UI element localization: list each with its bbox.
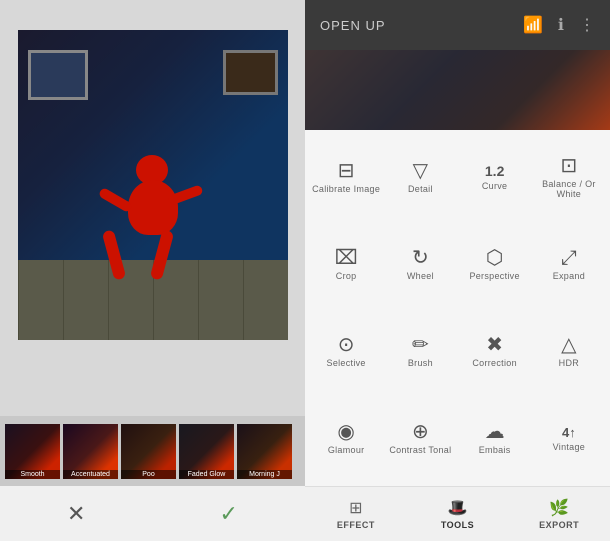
expand-icon: ⤢ [561,248,577,268]
glamour-icon: ◉ [337,422,354,442]
calibrate-label: Calibrate Image [312,184,380,194]
tools-label: TOOLS [441,520,474,530]
expand-label: Expand [553,271,585,281]
thumb-3[interactable]: Poo [121,424,176,479]
bottom-action-bar: ✕ ✓ [0,486,305,541]
info-icon[interactable]: ℹ [558,15,564,35]
correction-icon: ✖ [486,335,503,355]
tool-expand[interactable]: ⤢ Expand [533,222,605,307]
brush-label: Brush [408,358,433,368]
embais-icon: ☁ [485,422,505,442]
tool-brush[interactable]: ✏ Brush [384,309,456,394]
more-icon[interactable]: ⋮ [579,15,595,35]
curve-label: Curve [482,181,508,191]
calibrate-icon: ⊟ [338,161,355,181]
cancel-button[interactable]: ✕ [67,501,85,527]
nav-effect[interactable]: ⊞ EFFECT [305,487,407,541]
header-title: OPEN UP [320,18,386,33]
confirm-button[interactable]: ✓ [220,501,238,527]
tool-crop[interactable]: ⌧ Crop [310,222,382,307]
crop-icon: ⌧ [335,248,358,268]
thumb-5[interactable]: Morning J [237,424,292,479]
glamour-label: Glamour [328,445,365,455]
tool-embais[interactable]: ☁ Embais [459,396,531,481]
tool-calibrate[interactable]: ⊟ Calibrate Image [310,135,382,220]
tools-icon: 🎩 [448,498,468,518]
hdr-icon: △ [561,335,576,355]
header-icons: 📶 ℹ ⋮ [523,15,595,35]
perspective-label: Perspective [469,271,519,281]
tool-correction[interactable]: ✖ Correction [459,309,531,394]
detail-label: Detail [408,184,433,194]
effect-label: EFFECT [337,520,375,530]
selective-icon: ⊙ [338,335,355,355]
preview-strip [305,50,610,130]
nav-tools[interactable]: 🎩 TOOLS [407,487,509,541]
tool-contrast-tonal[interactable]: ⊕ Contrast Tonal [384,396,456,481]
right-header: OPEN UP 📶 ℹ ⋮ [305,0,610,50]
tool-balance[interactable]: ⊡ Balance / Or White [533,135,605,220]
bottom-nav: ⊞ EFFECT 🎩 TOOLS 🌿 EXPORT [305,486,610,541]
wheel-icon: ↻ [412,248,429,268]
tool-perspective[interactable]: ⬡ Perspective [459,222,531,307]
selective-label: Selective [327,358,366,368]
contrast-tonal-icon: ⊕ [412,422,429,442]
thumb-1[interactable]: Smooth [5,424,60,479]
crop-label: Crop [336,271,357,281]
correction-label: Correction [472,358,517,368]
balance-icon: ⊡ [560,156,577,176]
contrast-tonal-label: Contrast Tonal [389,445,451,455]
spiderman-figure [98,180,208,280]
tool-glamour[interactable]: ◉ Glamour [310,396,382,481]
effect-icon: ⊞ [349,498,362,518]
thumb-4[interactable]: Faded Glow [179,424,234,479]
right-panel: OPEN UP 📶 ℹ ⋮ ⊟ Calibrate Image ▽ Detail… [305,0,610,541]
hdr-label: HDR [559,358,579,368]
tool-vintage[interactable]: 4↑ Vintage [533,396,605,481]
tool-detail[interactable]: ▽ Detail [384,135,456,220]
thumb-2[interactable]: Accentuated [63,424,118,479]
wall-frame-left [28,50,88,100]
wheel-label: Wheel [407,271,434,281]
wall-frame-right [223,50,278,95]
export-icon: 🌿 [549,498,569,518]
vintage-icon: 4↑ [562,426,576,439]
embais-label: Embais [479,445,511,455]
perspective-icon: ⬡ [486,248,503,268]
balance-label: Balance / Or White [535,179,603,199]
wifi-icon[interactable]: 📶 [523,15,543,35]
vintage-label: Vintage [553,442,585,452]
tool-wheel[interactable]: ↻ Wheel [384,222,456,307]
export-label: EXPORT [539,520,579,530]
curve-icon: 1.2 [485,164,504,178]
thumbnails-strip: Smooth Accentuated Poo Faded Glow Mornin… [0,416,305,486]
brush-icon: ✏ [412,335,429,355]
tools-grid: ⊟ Calibrate Image ▽ Detail 1.2 Curve ⊡ B… [305,130,610,486]
tool-selective[interactable]: ⊙ Selective [310,309,382,394]
tool-curve[interactable]: 1.2 Curve [459,135,531,220]
tool-hdr[interactable]: △ HDR [533,309,605,394]
left-panel: Smooth Accentuated Poo Faded Glow Mornin… [0,0,305,541]
detail-icon: ▽ [413,161,428,181]
nav-export[interactable]: 🌿 EXPORT [508,487,610,541]
main-image [18,30,288,340]
